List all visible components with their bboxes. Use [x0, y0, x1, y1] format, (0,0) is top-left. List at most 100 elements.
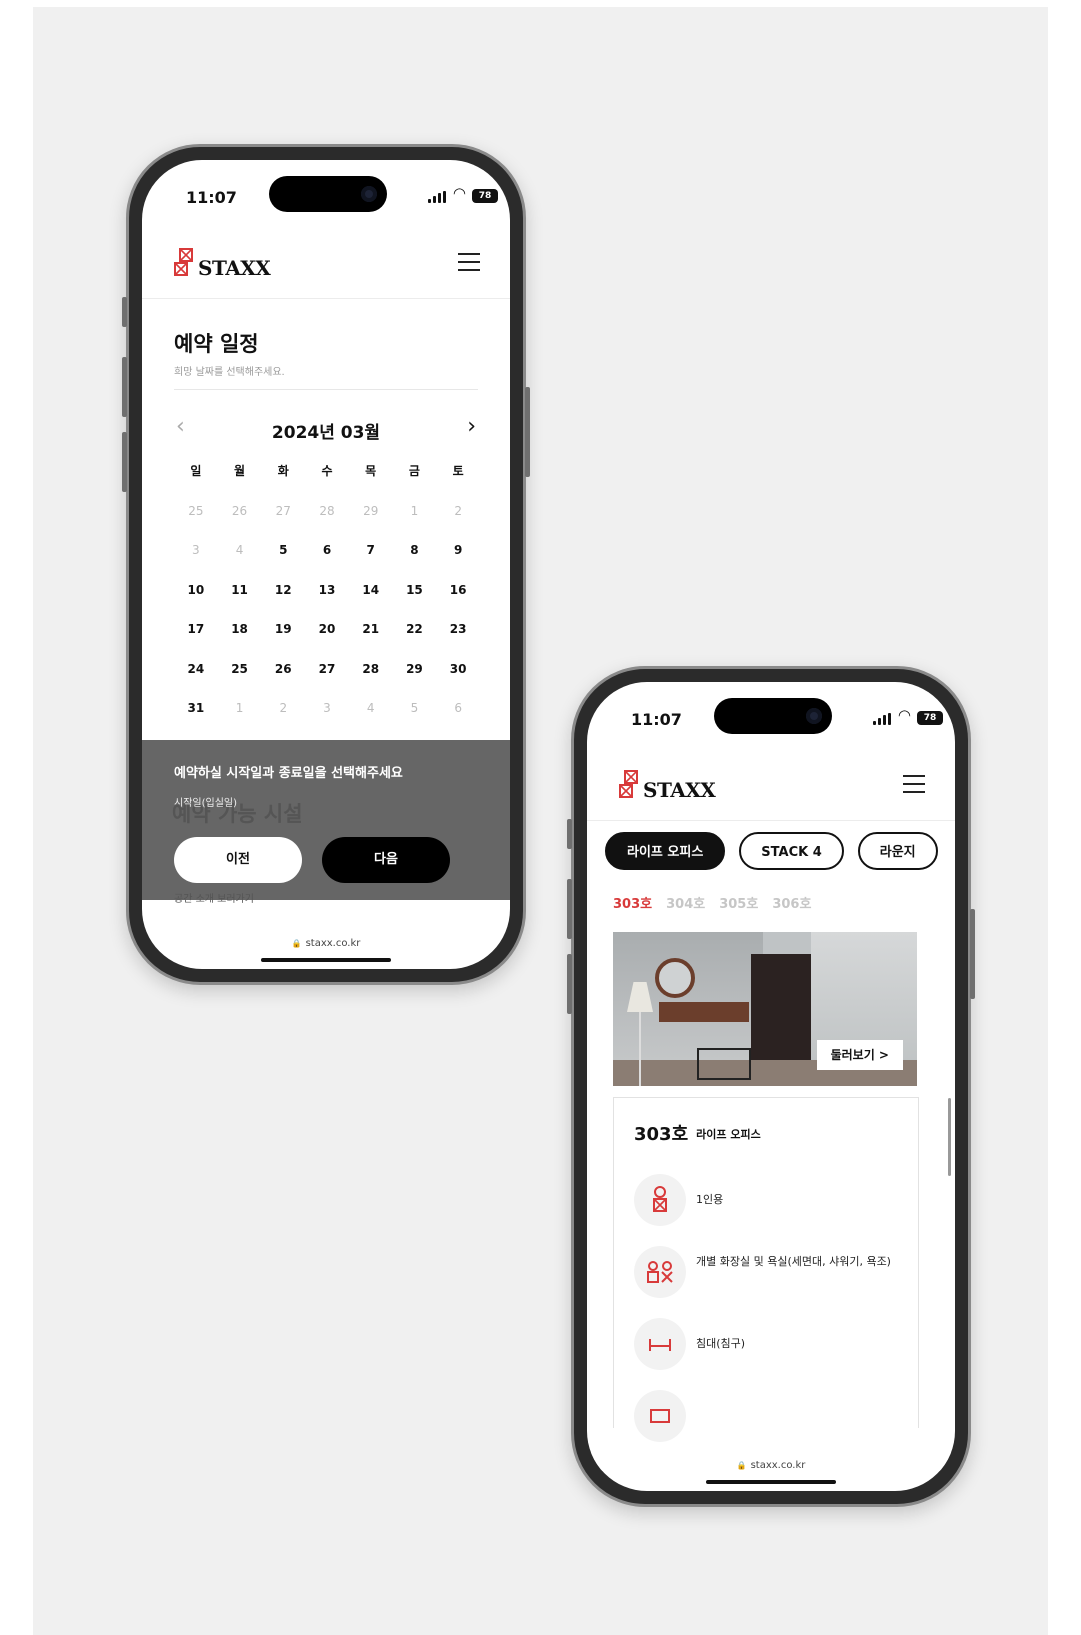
feature-text: 침대(침구)	[696, 1337, 746, 1350]
room-tab-303[interactable]: 303호	[613, 897, 652, 912]
tab-stack4[interactable]: STACK 4	[739, 832, 844, 870]
calendar-day[interactable]: 22	[393, 618, 437, 658]
battery-icon: 78	[472, 189, 498, 203]
staxx-logo-icon[interactable]	[619, 770, 639, 800]
calendar-day[interactable]: 5	[261, 539, 305, 579]
calendar-day-disabled: 3	[192, 543, 200, 557]
phone-calendar: 11:07 ◠ 78 STAXX 예약 일정 희망 날짜를 선택해주세요. ‹	[122, 144, 530, 985]
calendar-day[interactable]: 28	[349, 658, 393, 698]
url-text: staxx.co.kr	[750, 1460, 806, 1471]
calendar-day[interactable]: 26	[261, 658, 305, 698]
page-title: 예약 일정	[174, 332, 259, 356]
desk-icon	[634, 1390, 686, 1442]
weekday-header: 월	[234, 464, 246, 478]
calendar-day[interactable]: 31	[174, 697, 218, 737]
two-persons-icon	[634, 1246, 686, 1298]
calendar-day-disabled: 2	[454, 503, 462, 518]
calendar-day[interactable]: 11	[218, 579, 262, 619]
room-tabs: 303호 304호 305호 306호	[613, 893, 825, 912]
calendar-day[interactable]: 6	[305, 539, 349, 579]
space-tabs: 라이프 오피스 STACK 4 라운지	[605, 832, 955, 874]
start-date-label: 시작일(입실일)	[174, 798, 238, 809]
home-indicator[interactable]	[261, 958, 391, 962]
calendar-day-disabled: 1	[235, 701, 244, 715]
calendar-day[interactable]: 17	[174, 618, 218, 658]
calendar-day[interactable]: 18	[218, 618, 262, 658]
calendar-day[interactable]: 29	[393, 658, 437, 698]
room-type: 라이프 오피스	[696, 1128, 761, 1141]
calendar-day-disabled: 4	[235, 543, 244, 557]
home-indicator[interactable]	[706, 1480, 836, 1484]
dynamic-island	[269, 176, 387, 212]
calendar-day-disabled: 4	[366, 701, 375, 715]
calendar-day-disabled: 25	[188, 503, 204, 518]
url-text: staxx.co.kr	[305, 938, 361, 949]
tab-lounge[interactable]: 라운지	[857, 832, 938, 870]
room-tab-304[interactable]: 304호	[666, 897, 705, 912]
calendar-grid: 일 월 화 수 목 금 토 25 26 27 28 29 1 2 3 4 5 6 7 8 9 10 11 12 13 14 15 16…	[174, 460, 480, 737]
calendar-day[interactable]: 16	[436, 579, 480, 619]
app-header: STAXX	[587, 760, 955, 821]
signal-icon	[873, 713, 895, 725]
room-number: 303호	[634, 1124, 689, 1145]
calendar-day[interactable]: 21	[349, 618, 393, 658]
calendar-day[interactable]: 24	[174, 658, 218, 698]
calendar-screen: 11:07 ◠ 78 STAXX 예약 일정 희망 날짜를 선택해주세요. ‹	[142, 160, 510, 969]
hamburger-menu-icon[interactable]	[903, 775, 925, 793]
calendar-day-disabled: 2	[279, 701, 288, 715]
prev-button[interactable]: 이전	[174, 837, 302, 883]
calendar-day[interactable]: 20	[305, 618, 349, 658]
weekday-header: 금	[408, 464, 420, 478]
status-time: 11:07	[631, 710, 682, 729]
weekday-header: 화	[277, 464, 289, 478]
sheet-title: 예약하실 시작일과 종료일을 선택해주세요	[174, 766, 403, 781]
camera-icon	[361, 186, 377, 202]
next-button[interactable]: 다음	[322, 837, 450, 883]
scrollbar[interactable]	[948, 1098, 951, 1176]
url-bar[interactable]: 🔒 staxx.co.kr	[142, 938, 510, 949]
hamburger-menu-icon[interactable]	[458, 253, 480, 271]
person-icon	[634, 1174, 686, 1226]
next-month-chevron-icon[interactable]: ›	[467, 414, 476, 439]
lock-icon: 🔒	[736, 1461, 747, 1470]
tab-life-office[interactable]: 라이프 오피스	[605, 832, 726, 870]
room-screen: 11:07 ◠ 78 STAXX 라이프 오피스 STACK 4 라운지 303…	[587, 682, 955, 1491]
calendar-day[interactable]: 23	[436, 618, 480, 658]
calendar-day[interactable]: 14	[349, 579, 393, 619]
calendar-day-disabled: 29	[363, 503, 379, 518]
calendar-day[interactable]: 25	[218, 658, 262, 698]
wifi-icon: ◠	[452, 184, 466, 202]
divider	[174, 389, 478, 390]
behind-text: 공간 소개 보러가기	[174, 894, 254, 905]
staxx-logo-icon[interactable]	[174, 248, 194, 278]
calendar-day[interactable]: 27	[305, 658, 349, 698]
calendar-day[interactable]: 8	[393, 539, 437, 579]
phone-room: 11:07 ◠ 78 STAXX 라이프 오피스 STACK 4 라운지 303…	[567, 666, 975, 1507]
status-bar: 11:07 ◠ 78	[587, 682, 955, 740]
calendar-day[interactable]: 30	[436, 658, 480, 698]
weekday-header: 목	[365, 464, 377, 478]
room-photo: 둘러보기 >	[613, 932, 917, 1086]
calendar-day[interactable]: 12	[261, 579, 305, 619]
room-tab-305[interactable]: 305호	[719, 897, 758, 912]
weekday-header: 수	[321, 464, 333, 478]
calendar-day[interactable]: 7	[349, 539, 393, 579]
room-tab-306[interactable]: 306호	[772, 897, 811, 912]
brand-name[interactable]: STAXX	[198, 256, 271, 280]
bed-icon	[634, 1318, 686, 1370]
brand-name[interactable]: STAXX	[643, 778, 716, 802]
calendar-day[interactable]: 19	[261, 618, 305, 658]
calendar-day-disabled: 1	[410, 503, 419, 518]
calendar-day[interactable]: 9	[436, 539, 480, 579]
calendar-day-disabled: 3	[323, 701, 331, 715]
lock-icon: 🔒	[291, 939, 302, 948]
calendar-day[interactable]: 13	[305, 579, 349, 619]
calendar-day[interactable]: 15	[393, 579, 437, 619]
month-label: 2024년 03월	[271, 423, 381, 443]
calendar-day-disabled: 6	[454, 701, 462, 715]
url-bar[interactable]: 🔒 staxx.co.kr	[587, 1452, 955, 1471]
calendar-day[interactable]: 10	[174, 579, 218, 619]
tour-button[interactable]: 둘러보기 >	[816, 1040, 903, 1070]
calendar-day-disabled: 5	[410, 701, 419, 715]
camera-icon	[806, 708, 822, 724]
